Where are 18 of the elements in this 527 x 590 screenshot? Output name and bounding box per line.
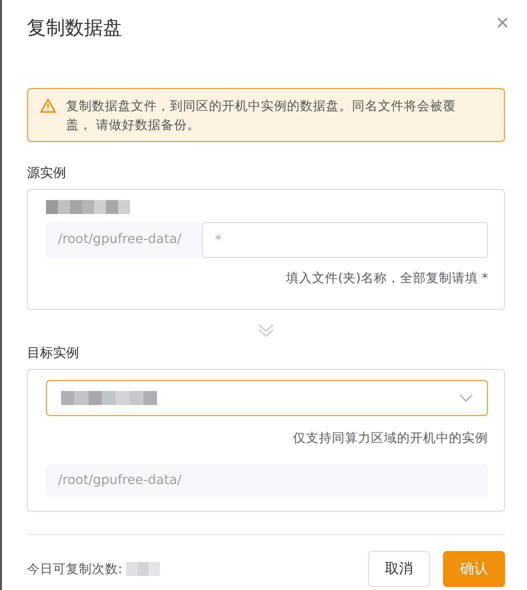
redacted-drawing [126, 562, 160, 576]
close-button[interactable]: × [492, 10, 513, 36]
instance-select[interactable] [46, 380, 488, 416]
hint-text: 仅支持同算力区域的开机中的实例 [292, 430, 488, 447]
section-label: 目标实例 [27, 345, 80, 362]
file-name-input[interactable]: * [202, 222, 488, 258]
confirm-button[interactable]: 确认 [443, 551, 505, 587]
quota-label: 今日可复制次数: [27, 560, 122, 578]
cancel-button[interactable]: 取消 [368, 551, 430, 587]
warning-text: 复制数据盘文件，到同区的开机中实例的数据盘。同名文件将会被覆盖， 请做好数据备份。 [66, 97, 457, 134]
section-label: 源实例 [27, 165, 67, 182]
path-prefix: /root/gpufree-data/ [46, 222, 202, 258]
hint-text: 填入文件(夹)名称，全部复制请填 * [285, 270, 488, 287]
warning-icon [40, 98, 56, 114]
dialog-title: 复制数据盘 [27, 16, 122, 41]
target-path: /root/gpufree-data/ [46, 464, 488, 497]
chevron-down-icon [459, 394, 473, 402]
double-chevron-icon [257, 322, 275, 338]
